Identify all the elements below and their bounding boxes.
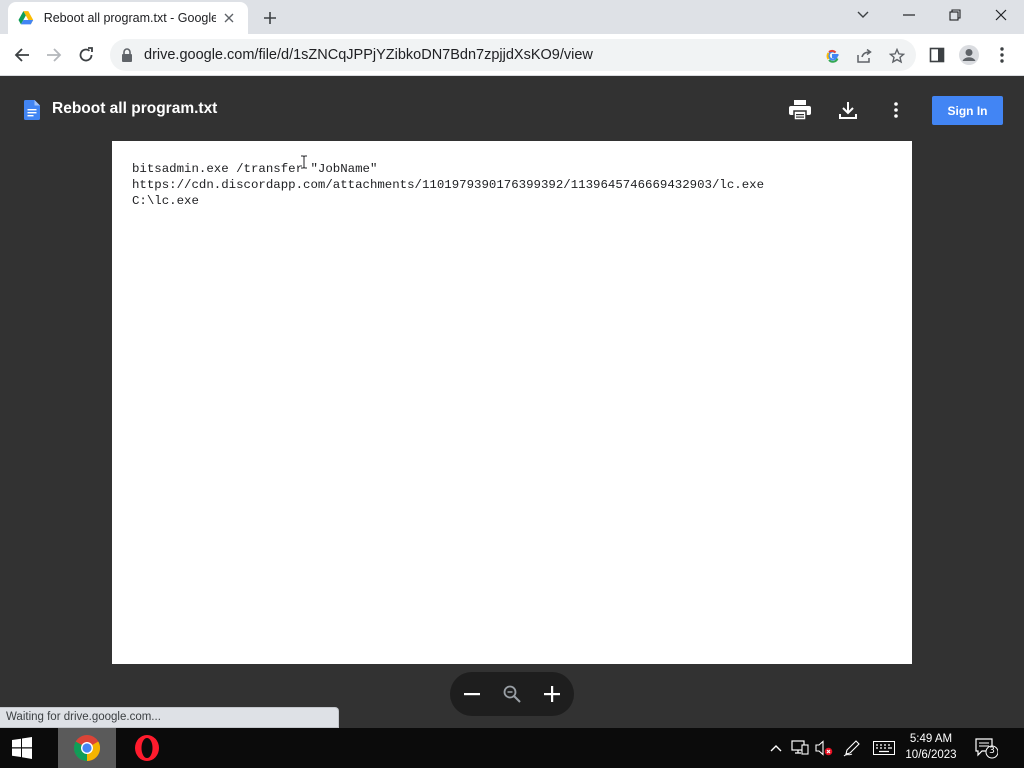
reload-button[interactable] bbox=[72, 41, 100, 69]
reload-icon bbox=[79, 47, 93, 62]
pen-tray-icon[interactable] bbox=[842, 738, 862, 758]
close-window-button[interactable] bbox=[978, 0, 1024, 30]
printer-icon bbox=[789, 100, 811, 120]
close-icon bbox=[995, 9, 1007, 21]
text-cursor-icon bbox=[301, 155, 307, 169]
document-line: bitsadmin.exe /transfer "JobName" bbox=[132, 162, 378, 176]
browser-menu-button[interactable] bbox=[990, 43, 1014, 67]
bookmark-star-icon[interactable] bbox=[887, 46, 907, 66]
chrome-icon bbox=[73, 735, 101, 762]
status-bubble: Waiting for drive.google.com... bbox=[0, 707, 339, 728]
keyboard-icon bbox=[873, 741, 895, 755]
arrow-left-icon bbox=[14, 48, 29, 62]
back-button[interactable] bbox=[8, 41, 36, 69]
print-button[interactable] bbox=[787, 97, 813, 123]
more-actions-button[interactable] bbox=[883, 97, 909, 123]
tab-strip: Reboot all program.txt - Google D bbox=[0, 0, 1024, 34]
volume-muted-icon bbox=[815, 740, 833, 756]
chevron-up-icon bbox=[770, 745, 782, 752]
taskbar-chrome[interactable] bbox=[58, 728, 116, 768]
lock-icon bbox=[122, 48, 132, 62]
viewer-header: Reboot all program.txt Sign In bbox=[0, 77, 1024, 141]
opera-icon bbox=[135, 735, 159, 761]
google-drive-icon bbox=[18, 11, 34, 25]
minimize-button[interactable] bbox=[886, 0, 932, 30]
profile-button[interactable] bbox=[957, 43, 981, 67]
pen-icon bbox=[843, 740, 860, 757]
kebab-menu-icon bbox=[894, 102, 898, 118]
zoom-in-button[interactable] bbox=[540, 682, 564, 706]
taskbar-opera[interactable] bbox=[118, 728, 176, 768]
keyboard-tray-icon[interactable] bbox=[872, 738, 896, 758]
address-bar[interactable]: drive.google.com/file/d/1sZNCqJPPjYZibko… bbox=[110, 39, 916, 71]
sign-in-button[interactable]: Sign In bbox=[932, 96, 1003, 125]
tab-title: Reboot all program.txt - Google D bbox=[43, 11, 217, 25]
google-lens-icon[interactable] bbox=[823, 46, 843, 66]
file-name: Reboot all program.txt bbox=[52, 100, 218, 117]
clock-time: 5:49 AM bbox=[909, 733, 953, 745]
side-panel-icon bbox=[929, 47, 945, 63]
chevron-down-icon bbox=[857, 11, 869, 18]
clock-date: 10/6/2023 bbox=[905, 749, 957, 761]
avatar-icon bbox=[959, 45, 979, 65]
show-hidden-icons-button[interactable] bbox=[766, 738, 786, 758]
action-center-button[interactable]: 3 bbox=[974, 737, 999, 759]
document-icon bbox=[24, 100, 40, 120]
zoom-out-button[interactable] bbox=[460, 682, 484, 706]
forward-button[interactable] bbox=[40, 41, 68, 69]
plus-icon bbox=[264, 12, 276, 24]
download-button[interactable] bbox=[835, 97, 861, 123]
system-clock[interactable]: 5:49 AM 10/6/2023 bbox=[900, 731, 962, 763]
magnifier-icon bbox=[503, 685, 521, 703]
zoom-controls bbox=[450, 672, 574, 716]
network-tray-icon[interactable] bbox=[790, 738, 810, 758]
document-page: bitsadmin.exe /transfer "JobName" https:… bbox=[112, 141, 912, 664]
taskbar: 5:49 AM 10/6/2023 3 bbox=[0, 728, 1024, 768]
browser-toolbar: drive.google.com/file/d/1sZNCqJPPjYZibko… bbox=[0, 34, 1024, 76]
network-icon bbox=[791, 740, 809, 755]
notification-count: 3 bbox=[989, 746, 995, 756]
minimize-icon bbox=[903, 14, 915, 16]
tab-close-icon[interactable] bbox=[220, 9, 238, 27]
kebab-menu-icon bbox=[1000, 47, 1004, 63]
minus-icon bbox=[464, 693, 480, 696]
document-line: C:\lc.exe bbox=[132, 194, 199, 208]
share-icon[interactable] bbox=[855, 46, 875, 66]
download-icon bbox=[839, 102, 857, 119]
restore-icon bbox=[949, 9, 961, 21]
tab-search-button[interactable] bbox=[840, 0, 886, 30]
plus-icon bbox=[544, 686, 560, 702]
document-line: https://cdn.discordapp.com/attachments/1… bbox=[132, 178, 765, 192]
side-panel-button[interactable] bbox=[925, 43, 949, 67]
browser-tab[interactable]: Reboot all program.txt - Google D bbox=[8, 2, 248, 34]
new-tab-button[interactable] bbox=[258, 6, 282, 30]
windows-start-icon[interactable] bbox=[6, 736, 38, 760]
arrow-right-icon bbox=[47, 48, 62, 62]
volume-tray-icon[interactable] bbox=[814, 738, 834, 758]
url-text: drive.google.com/file/d/1sZNCqJPPjYZibko… bbox=[144, 47, 593, 63]
zoom-reset-button[interactable] bbox=[500, 682, 524, 706]
restore-button[interactable] bbox=[932, 0, 978, 30]
